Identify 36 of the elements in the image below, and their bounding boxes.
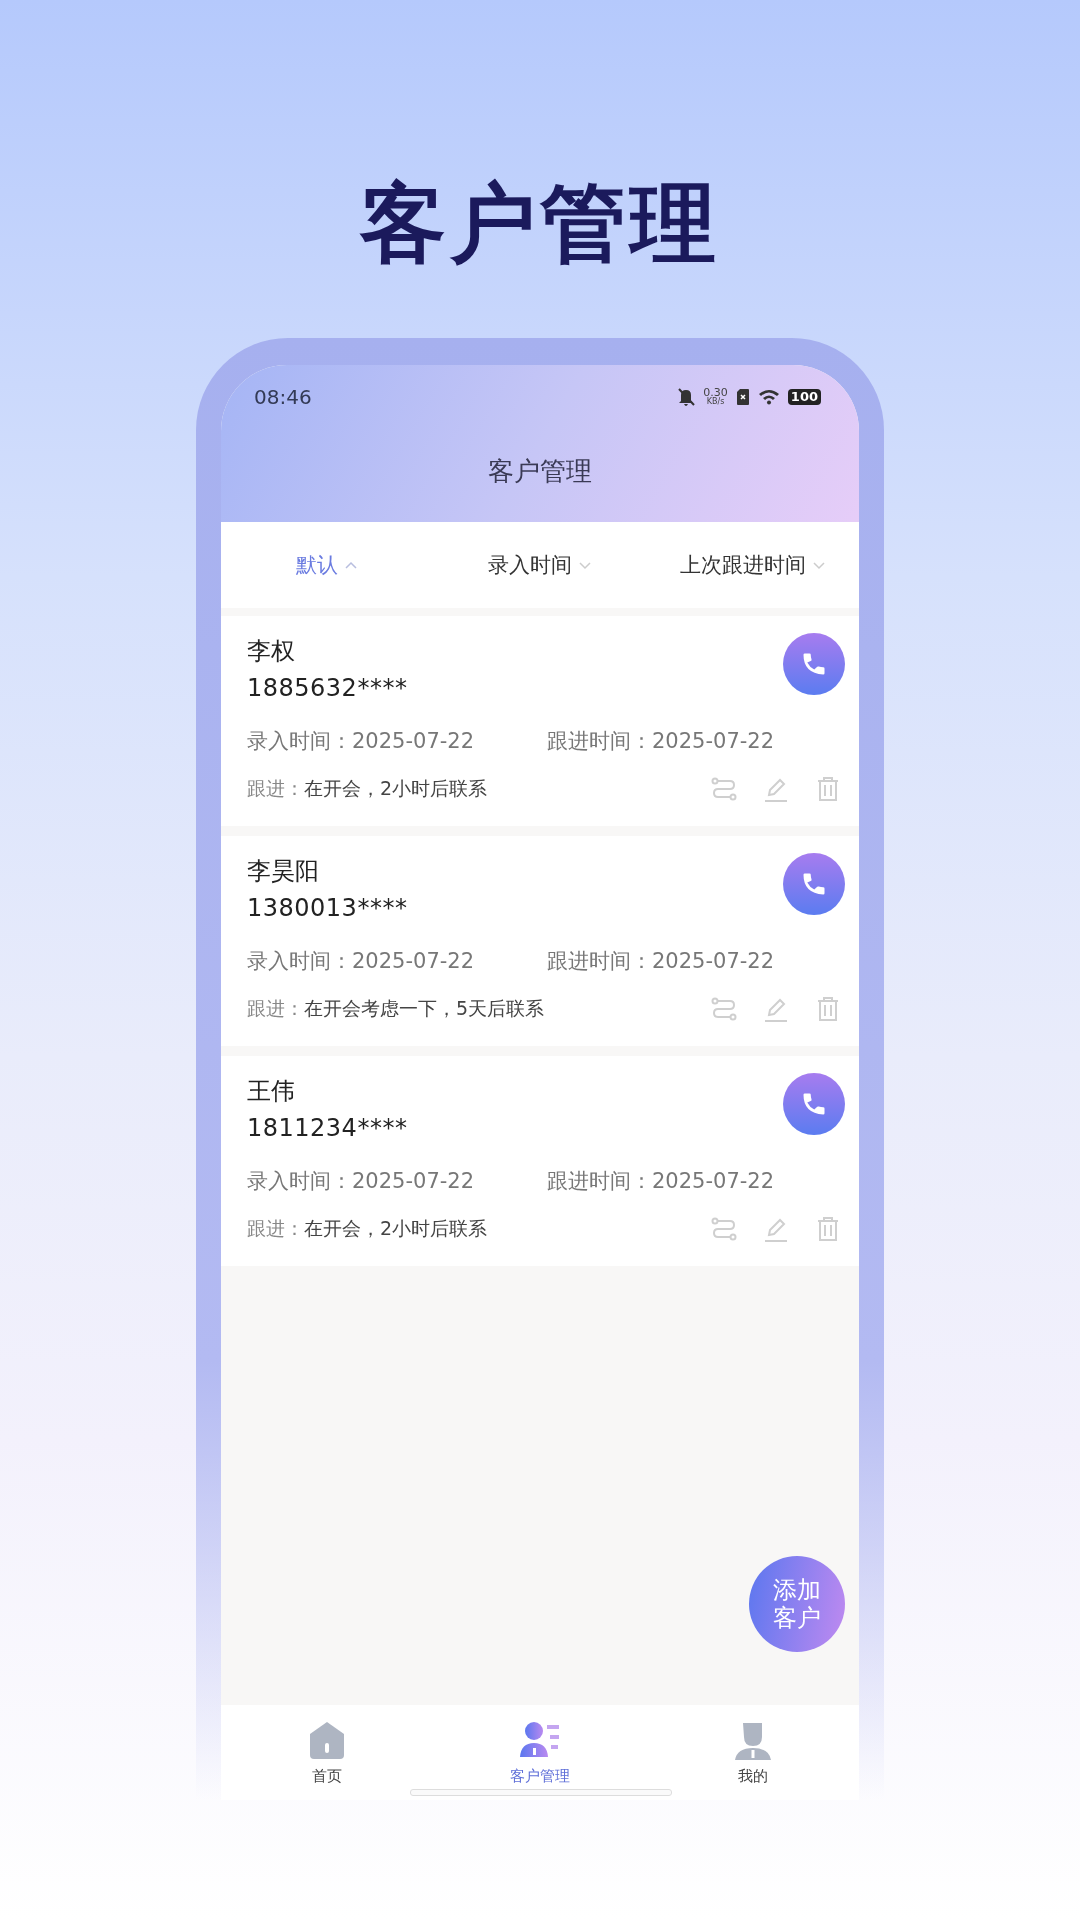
customer-phone: 1811234**** [247, 1113, 408, 1144]
page-headline: 客户管理 [358, 172, 721, 275]
customer-name: 李昊阳 [247, 856, 320, 887]
caret-icon [344, 560, 359, 570]
sort-tab[interactable]: 上次跟进时间 [646, 551, 859, 579]
note-label: 跟进： [247, 996, 304, 1021]
nav-tab[interactable]: 首页 [221, 1705, 434, 1800]
entry-date: 录入时间：2025-07-22 [247, 948, 476, 975]
screen-title: 客户管理 [488, 454, 592, 488]
battery-level: 100 [787, 388, 821, 405]
note-label: 跟进： [247, 1216, 304, 1241]
status-time: 08:46 [254, 384, 312, 409]
entry-date: 录入时间：2025-07-22 [247, 728, 476, 755]
follow-date: 跟进时间：2025-07-22 [547, 1168, 775, 1195]
follow-date: 跟进时间：2025-07-22 [547, 948, 775, 975]
nav-tab[interactable]: 客户管理 [433, 1705, 647, 1800]
entry-date: 录入时间：2025-07-22 [247, 1168, 476, 1195]
muted-bell-icon [677, 386, 696, 407]
network-speed: 0.30 [703, 387, 728, 398]
note-label: 跟进： [247, 776, 304, 801]
caret-icon [811, 560, 826, 570]
follow-note: 在开会，2小时后联系 [304, 1216, 489, 1241]
sort-tab[interactable]: 默认 [221, 551, 434, 579]
follow-note: 在开会考虑一下，5天后联系 [304, 996, 546, 1021]
wifi-icon [757, 388, 780, 405]
customer-name: 王伟 [247, 1076, 296, 1107]
customer-phone: 1885632**** [247, 673, 408, 704]
follow-date: 跟进时间：2025-07-22 [547, 728, 775, 755]
customer-name: 李权 [247, 636, 296, 667]
follow-note: 在开会，2小时后联系 [304, 776, 489, 801]
caret-icon [578, 560, 592, 570]
speed-unit: KB/s [706, 398, 725, 406]
customer-phone: 1380013**** [247, 893, 408, 924]
nav-tab[interactable]: 我的 [646, 1705, 859, 1800]
sort-tab[interactable]: 录入时间 [433, 551, 647, 579]
sim-icon [735, 387, 750, 406]
